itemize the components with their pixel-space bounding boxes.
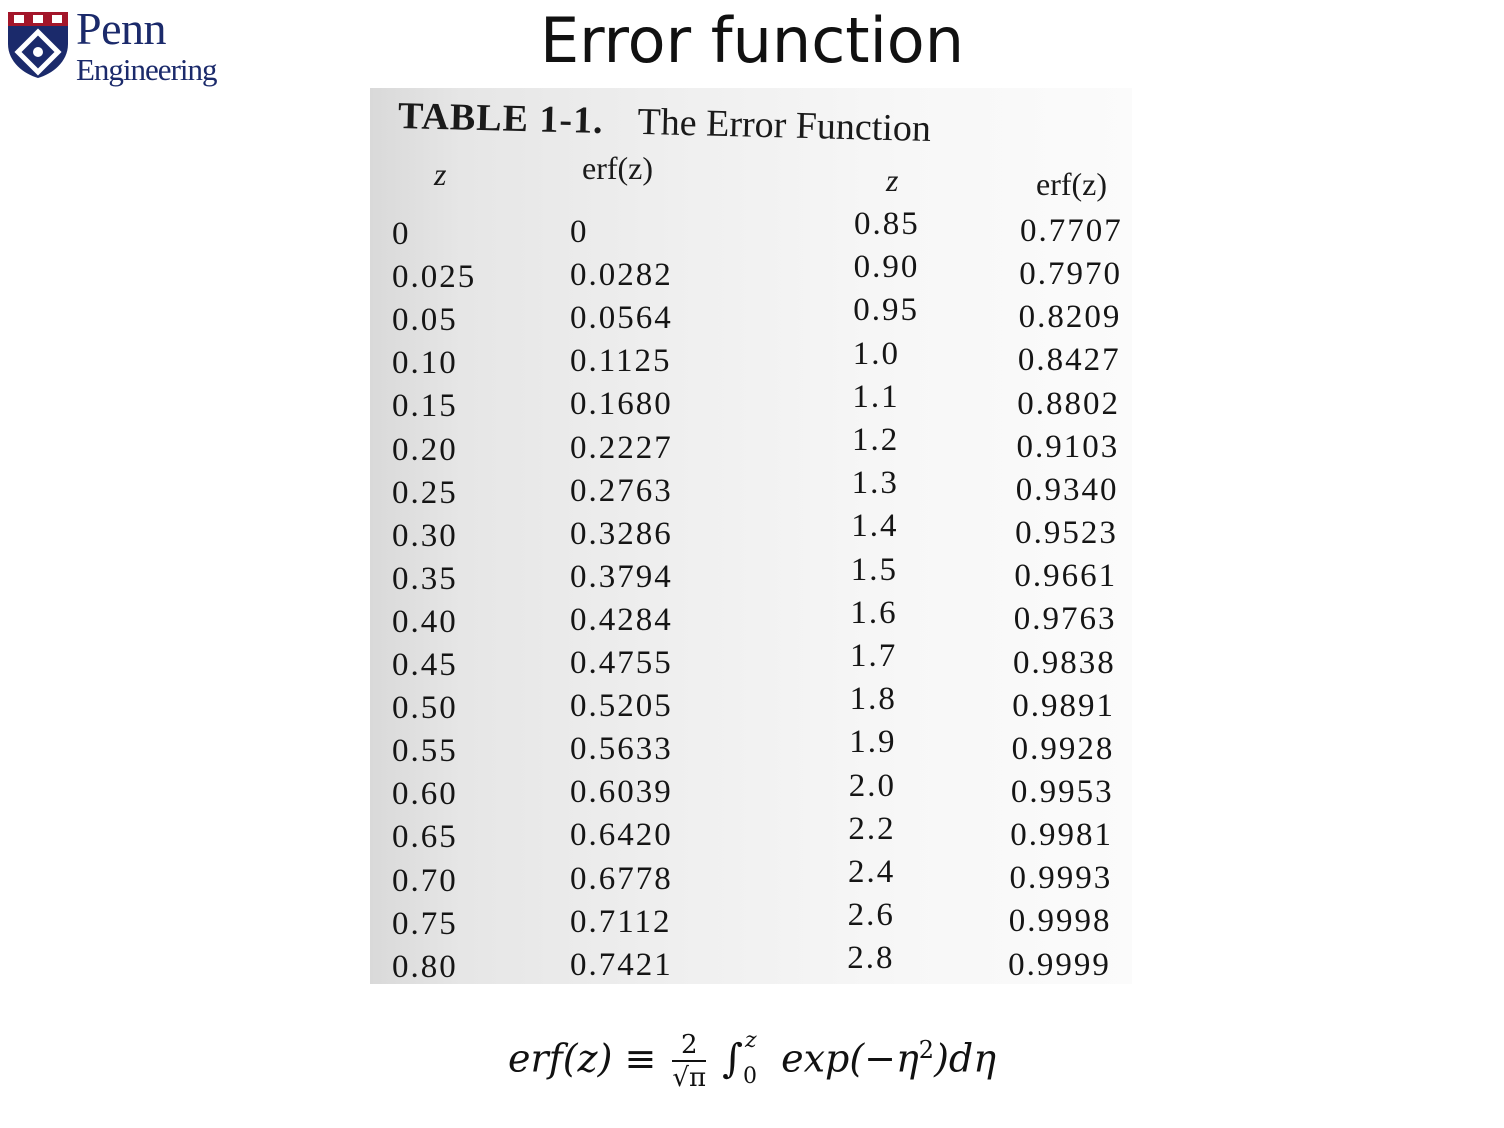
cell-z-left: 0.40 xyxy=(392,603,458,640)
header-erf-right: erf(z) xyxy=(1036,166,1108,202)
cell-erf-left: 0.3794 xyxy=(570,558,673,595)
cell-z-left: 0.80 xyxy=(392,948,458,984)
cell-z-left: 0.65 xyxy=(392,819,458,856)
cell-z-left: 0.025 xyxy=(392,259,477,296)
cell-erf-right: 0.9523 xyxy=(1015,515,1118,552)
cell-z-left: 0 xyxy=(392,216,411,252)
formula-coef-den: √π xyxy=(672,1063,707,1093)
cell-erf-right: 0.8209 xyxy=(1018,299,1122,336)
cell-erf-right: 0.9891 xyxy=(1012,687,1116,724)
cell-erf-right: 0.9953 xyxy=(1010,773,1114,810)
cell-z-right: 1.5 xyxy=(850,551,899,588)
cell-z-left: 0.10 xyxy=(392,345,458,382)
cell-z-right: 0.85 xyxy=(854,206,920,242)
cell-erf-left: 0.1680 xyxy=(570,386,673,423)
cell-erf-left: 0.7421 xyxy=(570,946,673,983)
table-number: TABLE 1-1. xyxy=(397,95,605,143)
cell-z-right: 1.7 xyxy=(850,638,898,674)
formula-lower-limit: 0 xyxy=(743,1064,758,1089)
formula-integral-sign: ∫ xyxy=(722,1035,744,1082)
header-z-left: z xyxy=(434,156,447,192)
cell-z-right: 1.9 xyxy=(849,724,897,761)
cell-z-right: 0.95 xyxy=(853,292,919,329)
formula-coefficient: 2 √π xyxy=(672,1030,707,1094)
cell-z-right: 1.4 xyxy=(851,508,899,545)
formula-tail: )dη xyxy=(934,1036,996,1081)
cell-z-right: 2.2 xyxy=(848,810,896,847)
formula-equiv: ≡ xyxy=(624,1036,657,1081)
erf-definition-formula: erf(z) ≡ 2 √π ∫ z 0 exp(−η2)dη xyxy=(508,1028,996,1110)
cell-erf-left: 0.3286 xyxy=(570,515,673,552)
cell-z-left: 0.20 xyxy=(392,431,458,468)
cell-z-left: 0.35 xyxy=(392,560,458,597)
cell-erf-left: 0.5205 xyxy=(570,688,673,725)
table-name: The Error Function xyxy=(637,100,932,151)
cell-erf-left: 0.2227 xyxy=(570,429,673,466)
cell-erf-right: 0.8802 xyxy=(1017,385,1120,422)
cell-erf-right: 0.9993 xyxy=(1009,860,1113,897)
formula-lhs: erf(z) xyxy=(508,1036,613,1081)
cell-z-left: 0.05 xyxy=(392,302,458,339)
cell-z-right: 1.6 xyxy=(850,594,898,631)
header-z-right: z xyxy=(886,162,899,198)
cell-erf-left: 0.6420 xyxy=(570,817,673,854)
cell-erf-left: 0.1125 xyxy=(570,343,672,380)
cell-z-right: 2.8 xyxy=(847,940,895,977)
cell-z-left: 0.30 xyxy=(392,517,458,554)
cell-z-right: 2.6 xyxy=(847,897,895,934)
cell-erf-left: 0.5633 xyxy=(570,731,673,768)
cell-z-right: 2.4 xyxy=(848,854,896,890)
cell-z-left: 0.50 xyxy=(392,690,458,727)
formula-upper-limit: z xyxy=(745,1028,757,1053)
formula-limits: z0 xyxy=(743,1028,769,1089)
cell-z-left: 0.45 xyxy=(392,647,458,683)
cell-erf-right: 0.9981 xyxy=(1010,817,1113,854)
slide: Penn Engineering Error function TABLE 1-… xyxy=(0,0,1504,1128)
cell-z-right: 1.1 xyxy=(852,378,900,415)
header-erf-left: erf(z) xyxy=(582,150,654,186)
cell-erf-right: 0.9999 xyxy=(1008,946,1111,983)
table-caption: TABLE 1-1. The Error Function xyxy=(397,94,931,151)
cell-z-left: 0.25 xyxy=(392,474,458,511)
cell-erf-left: 0.4755 xyxy=(570,645,673,681)
cell-erf-right: 0.7707 xyxy=(1020,213,1123,249)
cell-z-right: 1.2 xyxy=(852,422,900,458)
cell-erf-left: 0.7112 xyxy=(570,903,672,940)
cell-erf-right: 0.9340 xyxy=(1015,471,1119,508)
cell-z-right: 2.0 xyxy=(848,767,897,804)
cell-z-left: 0.70 xyxy=(392,862,458,899)
cell-erf-right: 0.9998 xyxy=(1008,903,1112,940)
cell-erf-left: 0 xyxy=(570,214,589,250)
cell-erf-right: 0.9763 xyxy=(1013,601,1117,638)
cell-z-left: 0.60 xyxy=(392,776,458,813)
cell-erf-left: 0.6778 xyxy=(570,860,673,897)
cell-z-left: 0.55 xyxy=(392,733,458,770)
cell-z-right: 1.0 xyxy=(852,335,901,372)
formula-power: 2 xyxy=(918,1035,935,1064)
cell-z-right: 1.8 xyxy=(849,681,897,718)
cell-erf-left: 0.2763 xyxy=(570,472,673,509)
slide-title: Error function xyxy=(539,4,965,77)
cell-z-right: 1.3 xyxy=(851,465,899,502)
cell-erf-left: 0.0564 xyxy=(570,300,673,337)
cell-erf-left: 0.4284 xyxy=(570,601,673,638)
cell-erf-right: 0.7970 xyxy=(1019,256,1123,293)
cell-erf-right: 0.9928 xyxy=(1011,730,1115,767)
cell-erf-right: 0.9838 xyxy=(1013,644,1116,681)
scanned-table-image: TABLE 1-1. The Error Function z erf(z) z… xyxy=(370,88,1132,984)
cell-erf-right: 0.9661 xyxy=(1014,558,1118,595)
cell-z-right: 0.90 xyxy=(853,249,920,286)
cell-erf-right: 0.9103 xyxy=(1016,428,1120,465)
formula-integrand: exp(−η xyxy=(781,1036,919,1081)
formula-coef-num: 2 xyxy=(672,1030,707,1062)
cell-erf-left: 0.6039 xyxy=(570,774,673,811)
cell-z-left: 0.15 xyxy=(392,388,458,425)
cell-z-left: 0.75 xyxy=(392,905,458,942)
cell-erf-left: 0.0282 xyxy=(570,257,673,294)
cell-erf-right: 0.8427 xyxy=(1017,342,1121,379)
